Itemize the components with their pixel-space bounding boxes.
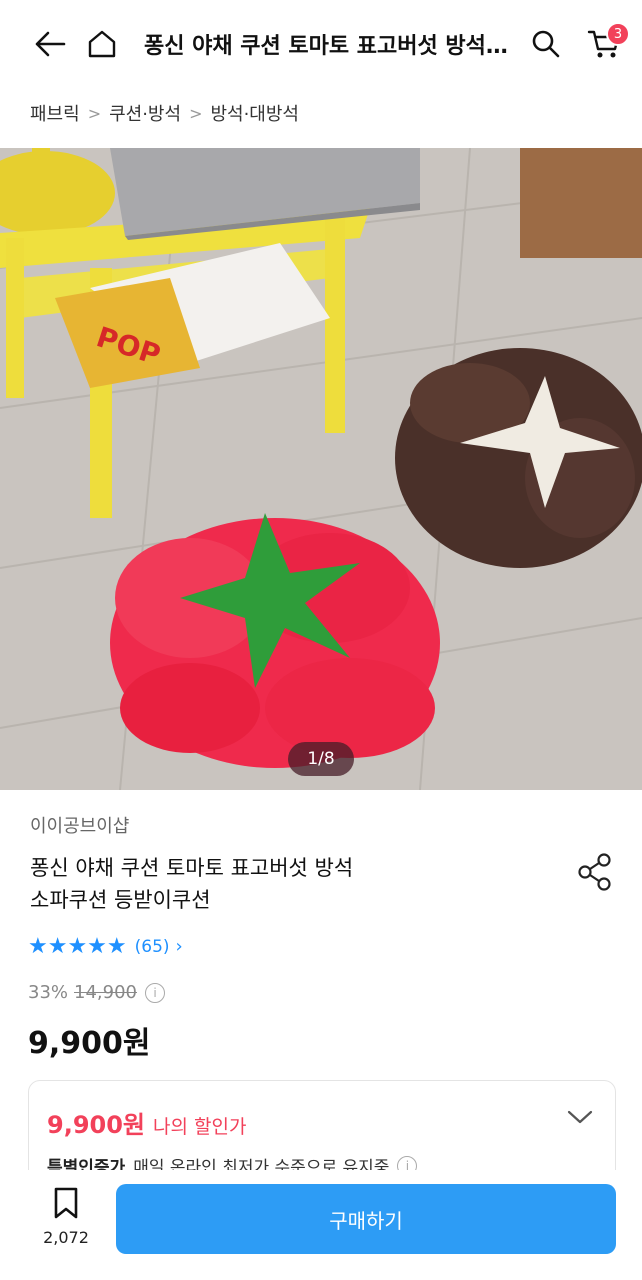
- my-price-amount: 9,900원: [47, 1111, 145, 1139]
- original-price: 14,900: [74, 982, 137, 1003]
- chevron-right-icon: >: [189, 103, 203, 123]
- breadcrumb-item[interactable]: 쿠션·방석: [109, 100, 181, 126]
- review-count[interactable]: (65): [135, 937, 170, 957]
- page-title: 퐁신 야채 쿠션 토마토 표고버섯 방석 소파쿠션 등받이쿠션: [144, 34, 512, 59]
- back-arrow-icon[interactable]: [30, 24, 70, 64]
- chevron-down-icon[interactable]: [567, 1109, 593, 1129]
- bookmark-icon: [54, 1187, 78, 1219]
- rating-summary[interactable]: ★★★★★ (65) ›: [28, 934, 183, 959]
- discount-line: 33% 14,900 i: [28, 982, 165, 1003]
- home-icon[interactable]: [82, 24, 122, 64]
- my-price-row: 9,900원 나의 할인가: [47, 1105, 246, 1140]
- seller-name[interactable]: 이이공브이샵: [30, 812, 129, 838]
- chevron-right-icon: ›: [175, 936, 183, 957]
- image-counter: 1/8: [288, 742, 354, 776]
- product-image[interactable]: POP: [0, 148, 642, 790]
- search-icon[interactable]: [526, 24, 566, 64]
- breadcrumb-item[interactable]: 패브릭: [30, 100, 80, 126]
- bottom-action-bar: 2,072 구매하기: [0, 1170, 642, 1280]
- my-price-label: 나의 할인가: [153, 1116, 247, 1138]
- top-header: 퐁신 야채 쿠션 토마토 표고버섯 방석 소파쿠션 등받이쿠션 3: [0, 0, 642, 88]
- share-icon[interactable]: [576, 852, 616, 892]
- final-price: 9,900원: [28, 1026, 151, 1061]
- chevron-right-icon: >: [87, 103, 102, 123]
- wishlist-count: 2,072: [43, 1228, 89, 1247]
- cart-button[interactable]: 3: [584, 22, 630, 64]
- product-name-line2: 소파쿠션 등받이쿠션: [30, 888, 211, 912]
- product-name-line1: 퐁신 야채 쿠션 토마토 표고버섯 방석: [30, 856, 354, 880]
- cart-count-badge: 3: [606, 22, 630, 46]
- wishlist-button[interactable]: 2,072: [30, 1186, 102, 1247]
- buy-button[interactable]: 구매하기: [116, 1184, 616, 1254]
- breadcrumb: 패브릭 > 쿠션·방석 > 방석·대방석: [30, 96, 299, 130]
- breadcrumb-item[interactable]: 방석·대방석: [210, 100, 299, 126]
- rating-stars-icon: ★★★★★: [28, 934, 127, 959]
- info-icon[interactable]: i: [145, 982, 165, 1003]
- product-name: 퐁신 야채 쿠션 토마토 표고버섯 방석 소파쿠션 등받이쿠션: [30, 852, 510, 916]
- discount-rate: 33%: [28, 982, 69, 1003]
